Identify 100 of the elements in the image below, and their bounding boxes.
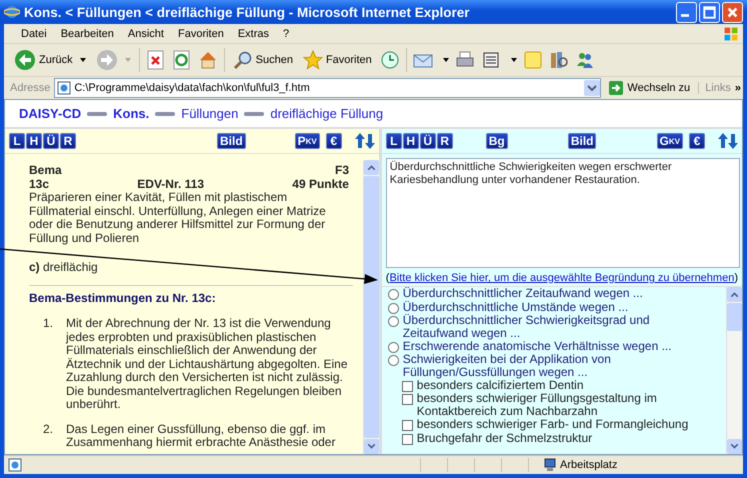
breadcrumb-link[interactable]: DAISY-CD — [19, 106, 82, 121]
computer-icon — [543, 458, 557, 472]
close-button[interactable] — [722, 2, 743, 22]
minimize-button[interactable] — [676, 2, 697, 22]
back-button[interactable]: Zurück — [12, 49, 88, 71]
checkbox[interactable] — [402, 434, 413, 445]
menu-item[interactable]: Bearbeiten — [54, 28, 121, 40]
window-title: Kons. < Füllungen < dreiflächige Füllung - Microsoft Internet Explorer — [24, 4, 471, 20]
letter-button[interactable]: Ü — [420, 133, 436, 149]
radio-button[interactable] — [388, 355, 399, 366]
go-arrow-icon — [609, 81, 624, 95]
variant-text: c) dreiflächig — [29, 261, 99, 274]
menu-item[interactable]: Extras — [230, 28, 276, 40]
letter-button[interactable]: R — [60, 133, 76, 149]
option-label[interactable]: Überdurchschnittliche Umstände wegen ... — [402, 300, 628, 314]
letter-button[interactable]: L — [386, 133, 402, 149]
fee-description: Präparieren einer Kavität, Füllen mit plastischem Füllmaterial einschl. Unterfüllung, Anlegen einer Matrize oder die Benutzung anderer Hilfsmittel zur Formung der Füllung und Polieren — [29, 191, 327, 245]
option-label[interactable]: Schwierigkeiten bei der Applikation von Füllungen/Gussfüllungen wegen ... — [402, 353, 692, 378]
points-value: 49 Punkte — [292, 178, 349, 191]
rule-text: Mit der Abrechnung der Nr. 13 ist die Verwendung jedes erprobten und praxisüblichen plastischen Füllmaterials einschließlich der Anwendung der Ätztechnik und der Lichtaushärtung abgegolten. Eine Zuzahlung durch den Versicherten ist nicht zulässig. Die bundesmantelvertraglichen Regelungen bleiben unberührt. — [66, 317, 349, 412]
checkbox-label[interactable]: besonders schwieriger Farb- und Formangleichung — [416, 418, 688, 431]
address-field[interactable]: C:\Programme\daisy\data\fach\kon\ful\ful3_f.htm — [54, 78, 602, 98]
tool-button[interactable]: Bg — [486, 133, 508, 149]
windows-logo-icon — [723, 26, 739, 42]
rule-number: 1. — [43, 317, 54, 332]
home-icon[interactable] — [198, 50, 218, 70]
books-icon[interactable] — [548, 50, 569, 70]
tool-button[interactable]: € — [326, 133, 342, 149]
breadcrumb-link[interactable]: Füllungen — [181, 106, 238, 121]
go-button[interactable]: Wechseln zu — [605, 81, 694, 95]
caret-icon — [80, 58, 86, 62]
fee-number: 13c — [29, 178, 50, 191]
history-icon[interactable] — [380, 50, 400, 70]
favorites-button[interactable]: Favoriten — [300, 50, 374, 70]
option-label[interactable]: Überdurchschnittlicher Zeitaufwand wegen ... — [402, 287, 643, 300]
page-icon — [57, 81, 72, 95]
maximize-button[interactable] — [699, 2, 720, 22]
caret-icon[interactable] — [510, 58, 517, 62]
refresh-icon[interactable] — [172, 50, 192, 70]
option-label[interactable]: Erschwerende anatomische Verhältnisse wegen ... — [402, 340, 672, 352]
rules-heading: Bema-Bestimmungen zu Nr. 13c: — [29, 292, 217, 305]
scrollbar[interactable] — [726, 287, 742, 454]
radio-button[interactable] — [388, 316, 399, 327]
scroll-up-icon[interactable] — [364, 160, 379, 175]
radio-button[interactable] — [388, 342, 399, 353]
dash-icon — [87, 110, 108, 116]
rule-number: 2. — [43, 422, 54, 438]
menu-item[interactable]: Favoriten — [170, 28, 231, 40]
scroll-up-icon[interactable] — [727, 287, 742, 302]
menu-item[interactable]: ? — [276, 28, 296, 40]
edv-number: EDV-Nr. 113 — [137, 178, 204, 191]
letter-button[interactable]: H — [402, 133, 419, 149]
section-code: F3 — [334, 164, 349, 178]
scroll-down-icon[interactable] — [364, 439, 379, 454]
search-button[interactable]: Suchen — [230, 50, 295, 70]
close-icon — [726, 6, 739, 18]
radio-button[interactable] — [388, 289, 399, 300]
breadcrumb-link[interactable]: Kons. — [113, 106, 150, 121]
letter-button[interactable]: R — [436, 133, 453, 149]
page-icon — [8, 458, 22, 472]
scrollbar[interactable] — [362, 160, 379, 454]
up-down-arrows-icon[interactable] — [354, 132, 375, 150]
scroll-thumb[interactable] — [727, 303, 742, 331]
minimize-icon — [681, 14, 689, 16]
scroll-thumb[interactable] — [364, 176, 379, 438]
edit-icon[interactable] — [480, 50, 501, 70]
caret-icon — [124, 58, 131, 62]
checkbox[interactable] — [402, 380, 413, 392]
checkbox-label[interactable]: Bruchgefahr der Schmelzstruktur — [416, 432, 592, 444]
address-value: C:\Programme\daisy\data\fach\kon\ful\ful3_f.htm — [74, 82, 311, 94]
paren-text: ) — [734, 272, 738, 284]
tool-button[interactable]: € — [689, 133, 705, 149]
menu-item[interactable]: Ansicht — [120, 28, 171, 40]
reason-text-area[interactable]: Überdurchschnittliche Schwierigkeiten wegen erschwerter Kariesbehandlung unter vorhandener Restauration. — [386, 158, 740, 268]
stop-icon[interactable] — [146, 50, 166, 70]
apply-reason-link[interactable]: Bitte klicken Sie hier, um die ausgewählte Begründung zu übernehmen — [389, 272, 734, 284]
letter-button[interactable]: Ü — [43, 133, 59, 149]
catalog-label: Bema — [29, 164, 62, 178]
scroll-down-icon[interactable] — [727, 439, 742, 454]
caret-icon[interactable] — [442, 58, 449, 62]
letter-button[interactable]: H — [26, 133, 42, 149]
paren-text: ( — [386, 272, 390, 284]
more-button[interactable]: » — [734, 82, 741, 94]
radio-button[interactable] — [388, 302, 399, 314]
tool-button[interactable]: Bild — [217, 133, 246, 149]
dash-icon — [244, 110, 264, 116]
address-label: Adresse — [10, 82, 50, 94]
option-label[interactable]: Überdurchschnittlicher Schwierigkeitsgrad und Zeitaufwand wegen ... — [402, 314, 692, 340]
checkbox[interactable] — [402, 420, 413, 432]
people-icon[interactable] — [574, 50, 595, 70]
up-down-arrows-icon[interactable] — [718, 132, 738, 150]
letter-button[interactable]: L — [9, 133, 25, 149]
checkbox[interactable] — [402, 394, 413, 406]
maximize-icon — [703, 6, 716, 18]
browser-icon — [4, 4, 20, 20]
menu-item[interactable]: Datei — [14, 28, 54, 40]
breadcrumb-link[interactable]: dreiflächige Füllung — [270, 106, 384, 121]
checkbox-label[interactable]: besonders calcifiziertem Dentin — [416, 378, 584, 392]
dropdown-icon[interactable] — [584, 80, 600, 96]
tool-button[interactable]: Bild — [568, 133, 596, 149]
